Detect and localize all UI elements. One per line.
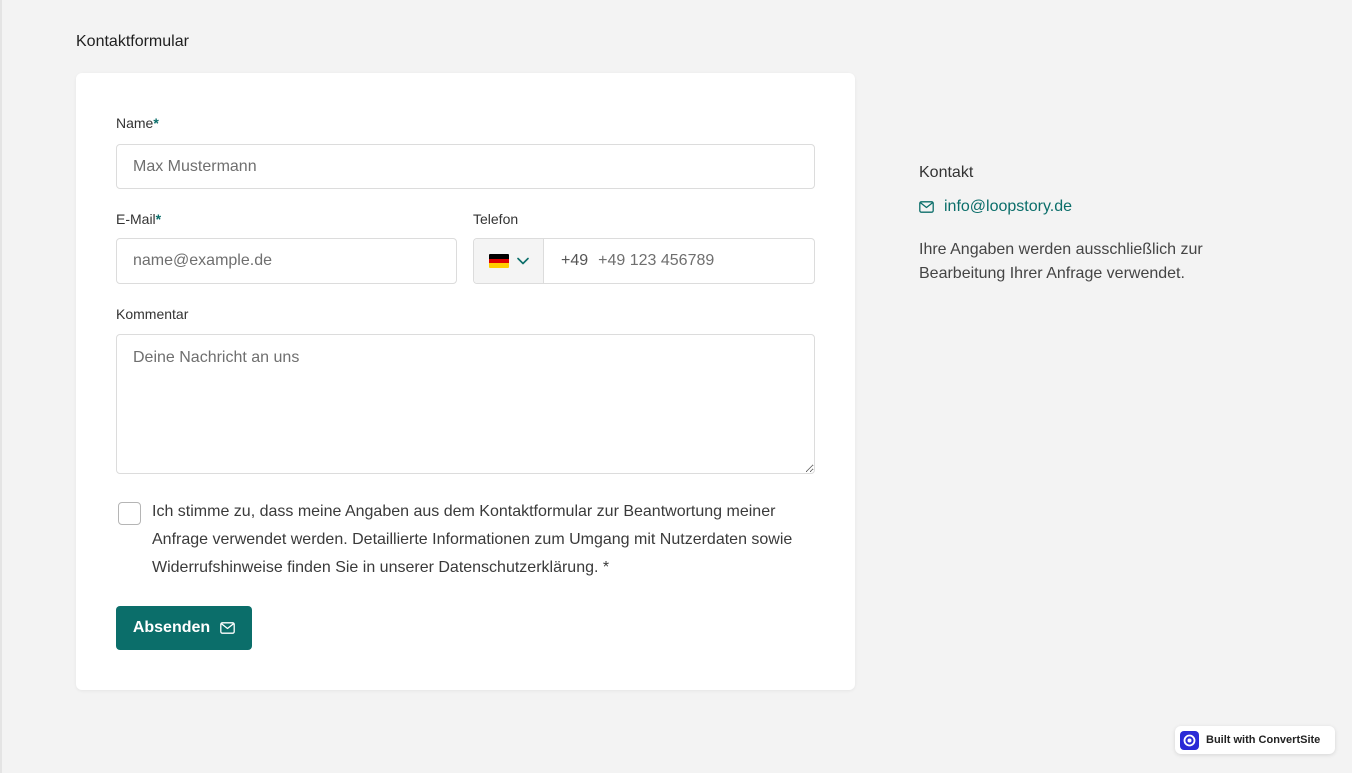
- name-input[interactable]: [116, 144, 815, 189]
- consent-text: Ich stimme zu, dass meine Angaben aus de…: [152, 503, 793, 576]
- mail-icon: [919, 201, 934, 213]
- phone-label: Telefon: [473, 211, 519, 227]
- country-selector[interactable]: [474, 239, 544, 283]
- contact-form-card: Name* E-Mail* Telefon +49 Kommentar Ich …: [76, 73, 855, 690]
- comment-textarea[interactable]: [116, 334, 815, 474]
- contact-email: info@loopstory.de: [944, 198, 1073, 215]
- flag-de-icon: [488, 254, 509, 268]
- submit-label: Absenden: [132, 619, 211, 636]
- chevron-down-icon: [516, 257, 529, 265]
- name-label: Name*: [116, 115, 159, 131]
- required-mark: *: [153, 115, 159, 131]
- badge-label: Built with ConvertSite: [1206, 734, 1321, 746]
- email-input[interactable]: [116, 238, 457, 284]
- convertsite-logo-icon: [1180, 730, 1199, 750]
- phone-prefix: +49: [561, 252, 589, 269]
- sidebar-title: Kontakt: [919, 164, 974, 181]
- mail-icon: [220, 622, 236, 634]
- page-title: Kontaktformular: [76, 33, 189, 50]
- page-edge: [0, 0, 2, 773]
- privacy-note: Ihre Angaben werden ausschließlich zur B…: [919, 241, 1203, 282]
- submit-button[interactable]: Absenden: [116, 606, 252, 650]
- contact-email-link[interactable]: info@loopstory.de: [919, 198, 1072, 216]
- consent-checkbox[interactable]: [118, 502, 141, 525]
- convertsite-badge[interactable]: Built with ConvertSite: [1175, 726, 1335, 754]
- required-mark: *: [155, 211, 162, 227]
- phone-field: +49: [473, 238, 815, 284]
- email-label: E-Mail*: [116, 211, 162, 227]
- phone-input[interactable]: [588, 239, 814, 283]
- comment-label: Kommentar: [116, 306, 189, 322]
